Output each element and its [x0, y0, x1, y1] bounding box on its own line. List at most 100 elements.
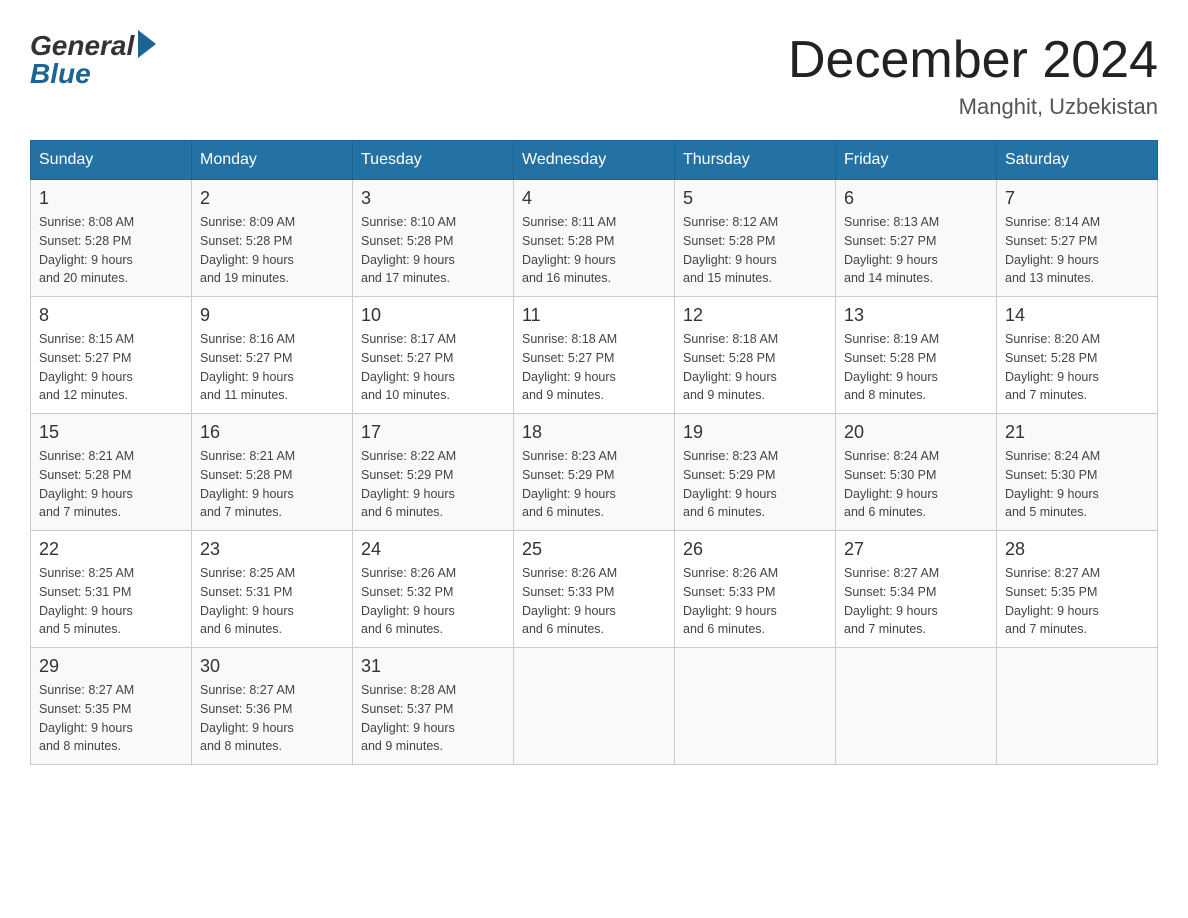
day-info: Sunrise: 8:27 AMSunset: 5:35 PMDaylight:… [1005, 564, 1149, 639]
day-number: 28 [1005, 539, 1149, 560]
day-number: 23 [200, 539, 344, 560]
day-cell-13: 13 Sunrise: 8:19 AMSunset: 5:28 PMDaylig… [836, 297, 997, 414]
day-number: 26 [683, 539, 827, 560]
day-number: 29 [39, 656, 183, 677]
day-info: Sunrise: 8:21 AMSunset: 5:28 PMDaylight:… [200, 447, 344, 522]
header-friday: Friday [836, 141, 997, 180]
logo-arrow-icon [138, 30, 156, 58]
day-cell-6: 6 Sunrise: 8:13 AMSunset: 5:27 PMDayligh… [836, 180, 997, 297]
day-cell-29: 29 Sunrise: 8:27 AMSunset: 5:35 PMDaylig… [31, 648, 192, 765]
day-number: 16 [200, 422, 344, 443]
day-number: 15 [39, 422, 183, 443]
day-info: Sunrise: 8:10 AMSunset: 5:28 PMDaylight:… [361, 213, 505, 288]
day-info: Sunrise: 8:13 AMSunset: 5:27 PMDaylight:… [844, 213, 988, 288]
day-cell-7: 7 Sunrise: 8:14 AMSunset: 5:27 PMDayligh… [997, 180, 1158, 297]
day-number: 4 [522, 188, 666, 209]
header-wednesday: Wednesday [514, 141, 675, 180]
day-cell-11: 11 Sunrise: 8:18 AMSunset: 5:27 PMDaylig… [514, 297, 675, 414]
day-cell-24: 24 Sunrise: 8:26 AMSunset: 5:32 PMDaylig… [353, 531, 514, 648]
calendar-header-row: Sunday Monday Tuesday Wednesday Thursday… [31, 141, 1158, 180]
day-cell-27: 27 Sunrise: 8:27 AMSunset: 5:34 PMDaylig… [836, 531, 997, 648]
day-info: Sunrise: 8:08 AMSunset: 5:28 PMDaylight:… [39, 213, 183, 288]
day-info: Sunrise: 8:23 AMSunset: 5:29 PMDaylight:… [683, 447, 827, 522]
day-cell-8: 8 Sunrise: 8:15 AMSunset: 5:27 PMDayligh… [31, 297, 192, 414]
day-info: Sunrise: 8:12 AMSunset: 5:28 PMDaylight:… [683, 213, 827, 288]
day-cell-9: 9 Sunrise: 8:16 AMSunset: 5:27 PMDayligh… [192, 297, 353, 414]
day-number: 17 [361, 422, 505, 443]
day-cell-22: 22 Sunrise: 8:25 AMSunset: 5:31 PMDaylig… [31, 531, 192, 648]
day-cell-17: 17 Sunrise: 8:22 AMSunset: 5:29 PMDaylig… [353, 414, 514, 531]
day-cell-30: 30 Sunrise: 8:27 AMSunset: 5:36 PMDaylig… [192, 648, 353, 765]
day-info: Sunrise: 8:16 AMSunset: 5:27 PMDaylight:… [200, 330, 344, 405]
calendar-table: Sunday Monday Tuesday Wednesday Thursday… [30, 140, 1158, 765]
day-number: 9 [200, 305, 344, 326]
location-subtitle: Manghit, Uzbekistan [788, 94, 1158, 120]
day-info: Sunrise: 8:23 AMSunset: 5:29 PMDaylight:… [522, 447, 666, 522]
page-title: December 2024 [788, 30, 1158, 90]
day-info: Sunrise: 8:15 AMSunset: 5:27 PMDaylight:… [39, 330, 183, 405]
header-monday: Monday [192, 141, 353, 180]
day-cell-16: 16 Sunrise: 8:21 AMSunset: 5:28 PMDaylig… [192, 414, 353, 531]
day-info: Sunrise: 8:27 AMSunset: 5:34 PMDaylight:… [844, 564, 988, 639]
logo-blue-text: Blue [30, 58, 91, 90]
day-number: 18 [522, 422, 666, 443]
day-number: 19 [683, 422, 827, 443]
day-info: Sunrise: 8:17 AMSunset: 5:27 PMDaylight:… [361, 330, 505, 405]
day-cell-28: 28 Sunrise: 8:27 AMSunset: 5:35 PMDaylig… [997, 531, 1158, 648]
day-number: 20 [844, 422, 988, 443]
day-info: Sunrise: 8:14 AMSunset: 5:27 PMDaylight:… [1005, 213, 1149, 288]
empty-cell-w4-d3 [514, 648, 675, 765]
day-cell-3: 3 Sunrise: 8:10 AMSunset: 5:28 PMDayligh… [353, 180, 514, 297]
day-number: 11 [522, 305, 666, 326]
day-number: 8 [39, 305, 183, 326]
day-cell-15: 15 Sunrise: 8:21 AMSunset: 5:28 PMDaylig… [31, 414, 192, 531]
day-number: 1 [39, 188, 183, 209]
day-number: 21 [1005, 422, 1149, 443]
day-info: Sunrise: 8:25 AMSunset: 5:31 PMDaylight:… [39, 564, 183, 639]
title-area: December 2024 Manghit, Uzbekistan [788, 30, 1158, 120]
day-cell-31: 31 Sunrise: 8:28 AMSunset: 5:37 PMDaylig… [353, 648, 514, 765]
day-number: 24 [361, 539, 505, 560]
day-cell-4: 4 Sunrise: 8:11 AMSunset: 5:28 PMDayligh… [514, 180, 675, 297]
day-info: Sunrise: 8:28 AMSunset: 5:37 PMDaylight:… [361, 681, 505, 756]
day-info: Sunrise: 8:18 AMSunset: 5:27 PMDaylight:… [522, 330, 666, 405]
week-row-4: 22 Sunrise: 8:25 AMSunset: 5:31 PMDaylig… [31, 531, 1158, 648]
day-cell-20: 20 Sunrise: 8:24 AMSunset: 5:30 PMDaylig… [836, 414, 997, 531]
day-info: Sunrise: 8:21 AMSunset: 5:28 PMDaylight:… [39, 447, 183, 522]
day-cell-25: 25 Sunrise: 8:26 AMSunset: 5:33 PMDaylig… [514, 531, 675, 648]
day-number: 7 [1005, 188, 1149, 209]
day-info: Sunrise: 8:18 AMSunset: 5:28 PMDaylight:… [683, 330, 827, 405]
day-cell-23: 23 Sunrise: 8:25 AMSunset: 5:31 PMDaylig… [192, 531, 353, 648]
day-info: Sunrise: 8:24 AMSunset: 5:30 PMDaylight:… [1005, 447, 1149, 522]
day-number: 27 [844, 539, 988, 560]
day-cell-12: 12 Sunrise: 8:18 AMSunset: 5:28 PMDaylig… [675, 297, 836, 414]
day-number: 13 [844, 305, 988, 326]
day-info: Sunrise: 8:25 AMSunset: 5:31 PMDaylight:… [200, 564, 344, 639]
empty-cell-w4-d5 [836, 648, 997, 765]
day-info: Sunrise: 8:26 AMSunset: 5:33 PMDaylight:… [683, 564, 827, 639]
day-number: 3 [361, 188, 505, 209]
day-number: 6 [844, 188, 988, 209]
day-cell-14: 14 Sunrise: 8:20 AMSunset: 5:28 PMDaylig… [997, 297, 1158, 414]
day-number: 10 [361, 305, 505, 326]
day-info: Sunrise: 8:09 AMSunset: 5:28 PMDaylight:… [200, 213, 344, 288]
day-info: Sunrise: 8:27 AMSunset: 5:35 PMDaylight:… [39, 681, 183, 756]
day-number: 30 [200, 656, 344, 677]
day-number: 2 [200, 188, 344, 209]
day-number: 5 [683, 188, 827, 209]
header: General Blue December 2024 Manghit, Uzbe… [30, 30, 1158, 120]
week-row-3: 15 Sunrise: 8:21 AMSunset: 5:28 PMDaylig… [31, 414, 1158, 531]
day-info: Sunrise: 8:11 AMSunset: 5:28 PMDaylight:… [522, 213, 666, 288]
header-tuesday: Tuesday [353, 141, 514, 180]
header-thursday: Thursday [675, 141, 836, 180]
day-cell-1: 1 Sunrise: 8:08 AMSunset: 5:28 PMDayligh… [31, 180, 192, 297]
header-sunday: Sunday [31, 141, 192, 180]
day-cell-19: 19 Sunrise: 8:23 AMSunset: 5:29 PMDaylig… [675, 414, 836, 531]
day-cell-18: 18 Sunrise: 8:23 AMSunset: 5:29 PMDaylig… [514, 414, 675, 531]
day-info: Sunrise: 8:20 AMSunset: 5:28 PMDaylight:… [1005, 330, 1149, 405]
day-info: Sunrise: 8:22 AMSunset: 5:29 PMDaylight:… [361, 447, 505, 522]
day-cell-21: 21 Sunrise: 8:24 AMSunset: 5:30 PMDaylig… [997, 414, 1158, 531]
logo: General Blue [30, 30, 156, 90]
week-row-1: 1 Sunrise: 8:08 AMSunset: 5:28 PMDayligh… [31, 180, 1158, 297]
week-row-2: 8 Sunrise: 8:15 AMSunset: 5:27 PMDayligh… [31, 297, 1158, 414]
